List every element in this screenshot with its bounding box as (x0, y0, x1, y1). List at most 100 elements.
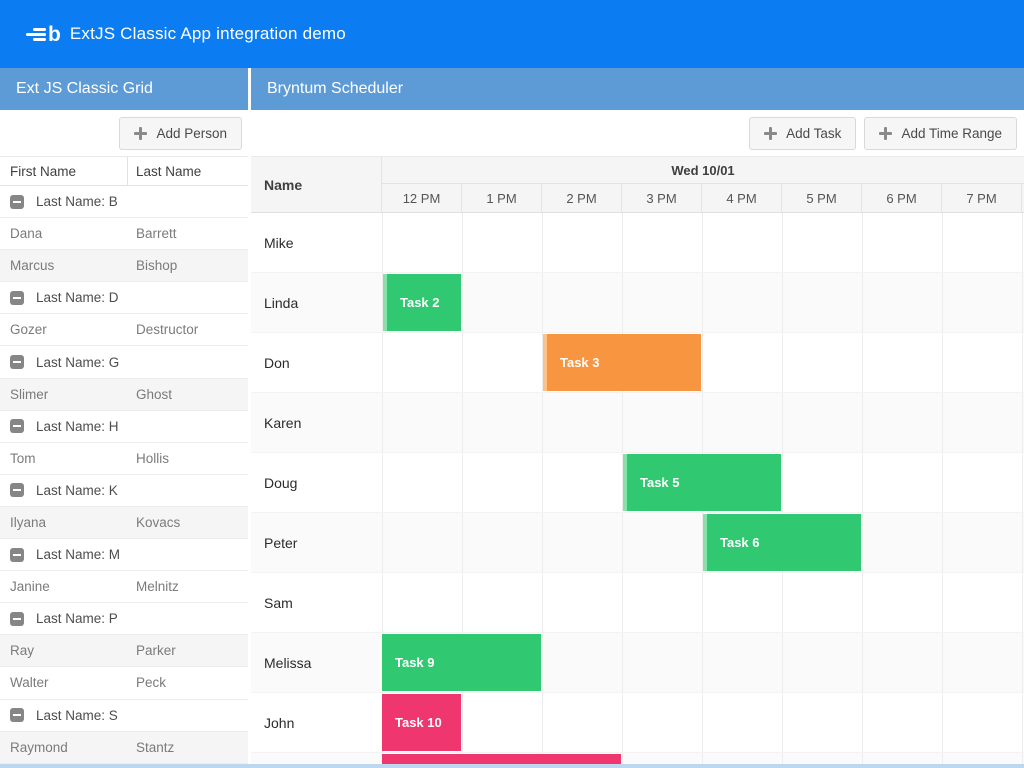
scheduler-row: Don Task 3 (251, 333, 1024, 393)
group-row[interactable]: Last Name: S (0, 700, 248, 732)
event-bar[interactable]: Task 10 (382, 694, 461, 751)
person-first-name: Janine (0, 579, 128, 594)
schedule-lane[interactable]: Task 9 (382, 633, 1024, 692)
schedule-lane[interactable]: Task 6 (382, 513, 1024, 572)
scheduler-row: LindaTask 2 (251, 273, 1024, 333)
hour-header-cell[interactable]: 5 PM (782, 184, 862, 212)
schedule-lane[interactable] (382, 573, 1024, 632)
event-label: Task 2 (400, 295, 440, 310)
person-last-name: Parker (128, 643, 248, 658)
resource-name: Mike (251, 213, 382, 272)
group-row[interactable]: Last Name: D (0, 282, 248, 314)
group-label: Last Name: K (36, 483, 118, 498)
column-header-last-name[interactable]: Last Name (128, 157, 248, 185)
schedule-lane[interactable] (382, 753, 1024, 764)
schedule-lane[interactable]: Task 5 (382, 453, 1024, 512)
schedule-lane[interactable]: Task 3 (382, 333, 1024, 392)
scheduler-row: Sam (251, 573, 1024, 633)
collapse-minus-icon[interactable] (10, 708, 24, 722)
event-label: Task 5 (640, 475, 680, 490)
person-last-name: Stantz (128, 740, 248, 755)
scheduler-panel-title: Bryntum Scheduler (251, 68, 1024, 110)
grid-body: Last Name: BDanaBarrettMarcusBishopLast … (0, 186, 248, 764)
person-row[interactable]: TomHollis (0, 443, 248, 475)
hour-header-cell[interactable]: 1 PM (462, 184, 542, 212)
group-row[interactable]: Last Name: M (0, 539, 248, 571)
scheduler-hours-row: 12 PM1 PM2 PM3 PM4 PM5 PM6 PM7 PM (382, 184, 1024, 212)
collapse-minus-icon[interactable] (10, 483, 24, 497)
schedule-lane[interactable]: Task 2 (382, 273, 1024, 332)
scheduler-panel: Bryntum Scheduler Add Task Add Time Rang… (251, 68, 1024, 764)
collapse-minus-icon[interactable] (10, 548, 24, 562)
person-last-name: Hollis (128, 451, 248, 466)
group-row[interactable]: Last Name: G (0, 346, 248, 378)
scheduler-row (251, 753, 1024, 764)
hour-header-cell[interactable]: 3 PM (622, 184, 702, 212)
event-label: Task 9 (395, 655, 435, 670)
person-row[interactable]: SlimerGhost (0, 379, 248, 411)
resource-name: Peter (251, 513, 382, 572)
person-first-name: Tom (0, 451, 128, 466)
event-bar[interactable]: Task 6 (703, 514, 861, 571)
column-header-first-name[interactable]: First Name (0, 157, 128, 185)
group-row[interactable]: Last Name: B (0, 186, 248, 218)
event-bar[interactable]: Task 2 (383, 274, 461, 331)
schedule-lane[interactable] (382, 213, 1024, 272)
person-row[interactable]: DanaBarrett (0, 218, 248, 250)
group-label: Last Name: M (36, 547, 120, 562)
resource-name: John (251, 693, 382, 752)
group-label: Last Name: G (36, 355, 119, 370)
group-row[interactable]: Last Name: P (0, 603, 248, 635)
group-row[interactable]: Last Name: H (0, 411, 248, 443)
schedule-lane[interactable]: Task 10 (382, 693, 1024, 752)
scheduler-body: MikeLindaTask 2Don Task 3 KarenDougTask 5P… (251, 213, 1024, 764)
person-row[interactable]: RayParker (0, 635, 248, 667)
add-time-range-button[interactable]: Add Time Range (864, 117, 1017, 150)
scheduler-row: JohnTask 10 (251, 693, 1024, 753)
event-bar[interactable]: Task 5 (623, 454, 781, 511)
group-row[interactable]: Last Name: K (0, 475, 248, 507)
event-bar[interactable]: Task 9 (382, 634, 541, 691)
scheduler-day-header[interactable]: Wed 10/01 (382, 157, 1024, 184)
group-label: Last Name: D (36, 290, 119, 305)
person-row[interactable]: MarcusBishop (0, 250, 248, 282)
event-bar[interactable]: Task 3 (543, 334, 701, 391)
person-row[interactable]: WalterPeck (0, 667, 248, 699)
hour-header-cell[interactable]: 4 PM (702, 184, 782, 212)
grid-panel: Ext JS Classic Grid Add Person First Nam… (0, 68, 248, 764)
resource-name: Don (251, 333, 382, 392)
scheduler-row: DougTask 5 (251, 453, 1024, 513)
person-last-name: Melnitz (128, 579, 248, 594)
collapse-minus-icon[interactable] (10, 355, 24, 369)
collapse-minus-icon[interactable] (10, 195, 24, 209)
add-person-button[interactable]: Add Person (119, 117, 242, 150)
scheduler-row: MelissaTask 9 (251, 633, 1024, 693)
group-label: Last Name: S (36, 708, 118, 723)
person-last-name: Kovacs (128, 515, 248, 530)
person-first-name: Marcus (0, 258, 128, 273)
scheduler-name-column-header[interactable]: Name (251, 157, 382, 212)
person-row[interactable]: GozerDestructor (0, 314, 248, 346)
scheduler-toolbar: Add Task Add Time Range (251, 110, 1024, 157)
schedule-lane[interactable] (382, 393, 1024, 452)
person-last-name: Destructor (128, 322, 248, 337)
hour-header-cell[interactable]: 7 PM (942, 184, 1022, 212)
collapse-minus-icon[interactable] (10, 291, 24, 305)
event-bar[interactable] (382, 754, 621, 764)
person-first-name: Slimer (0, 387, 128, 402)
app-title: ExtJS Classic App integration demo (70, 24, 346, 44)
hour-header-cell[interactable]: 12 PM (382, 184, 462, 212)
event-label: Task 3 (560, 355, 600, 370)
add-task-button[interactable]: Add Task (749, 117, 856, 150)
person-row[interactable]: RaymondStantz (0, 732, 248, 764)
person-row[interactable]: JanineMelnitz (0, 571, 248, 603)
person-last-name: Bishop (128, 258, 248, 273)
collapse-minus-icon[interactable] (10, 419, 24, 433)
resource-name: Karen (251, 393, 382, 452)
person-row[interactable]: IlyanaKovacs (0, 507, 248, 539)
collapse-minus-icon[interactable] (10, 612, 24, 626)
hour-header-cell[interactable]: 2 PM (542, 184, 622, 212)
scheduler-row: Mike (251, 213, 1024, 273)
add-time-range-label: Add Time Range (901, 126, 1002, 141)
hour-header-cell[interactable]: 6 PM (862, 184, 942, 212)
